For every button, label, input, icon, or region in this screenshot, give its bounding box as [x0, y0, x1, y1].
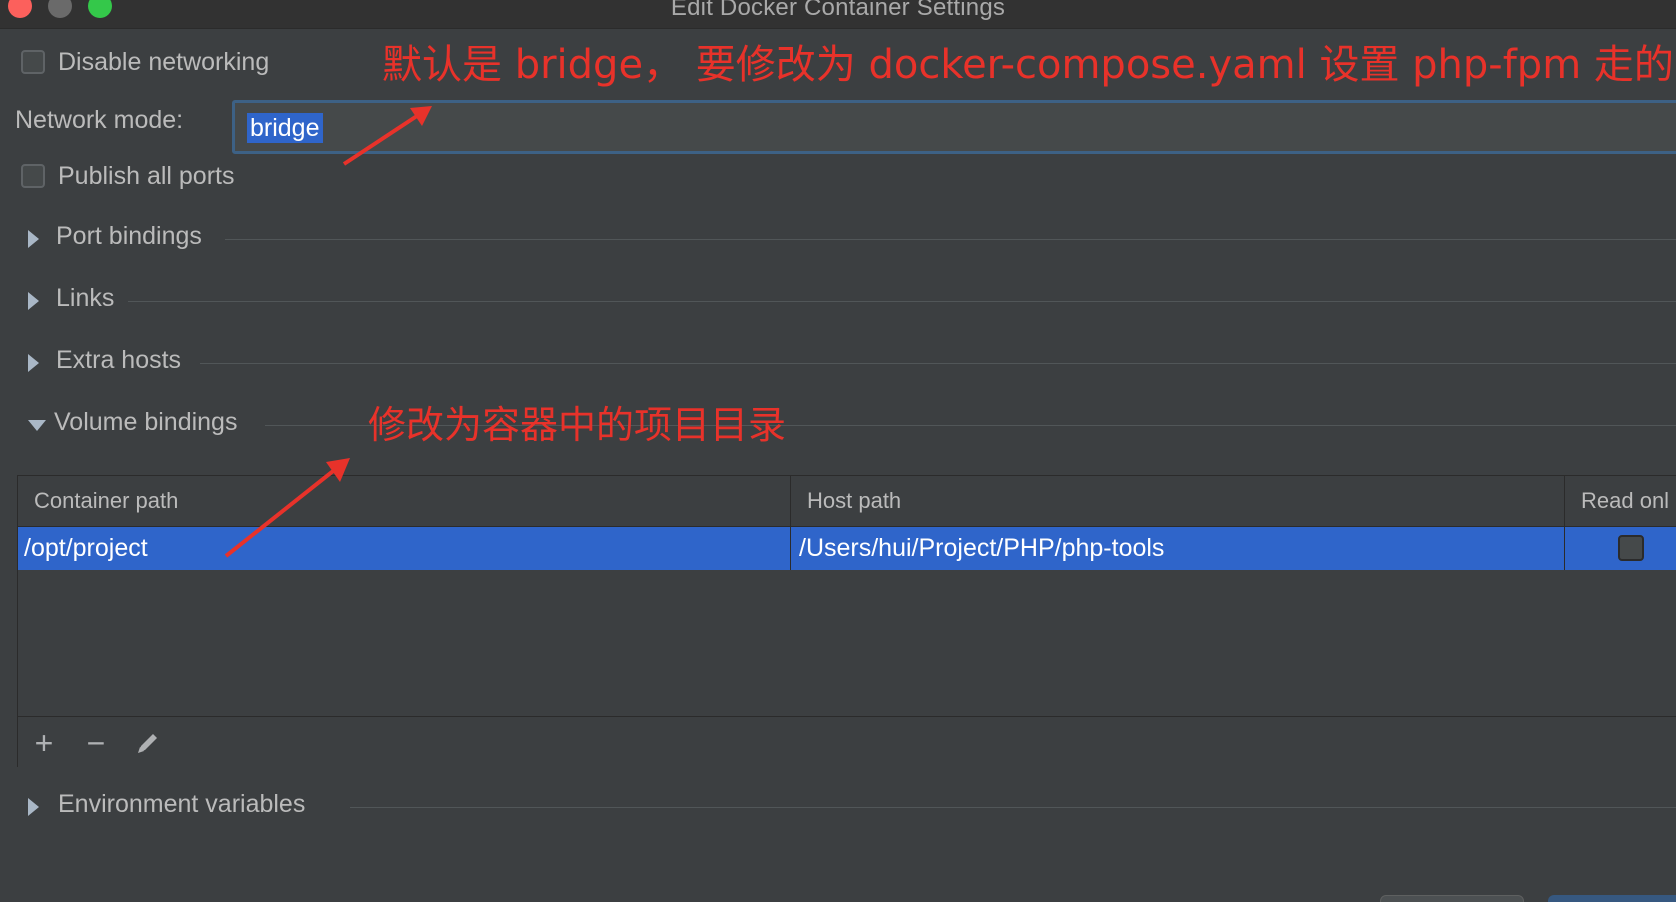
network-mode-input[interactable]: bridge — [232, 100, 1676, 154]
table-empty-area — [18, 570, 1676, 715]
section-extra-hosts[interactable]: Extra hosts — [20, 344, 1676, 384]
disable-networking-checkbox[interactable] — [21, 50, 45, 74]
edit-button[interactable] — [130, 725, 166, 761]
read-only-checkbox[interactable] — [1618, 535, 1644, 561]
section-port-bindings-label: Port bindings — [56, 222, 202, 250]
section-divider — [350, 807, 1676, 808]
section-volume-bindings[interactable]: Volume bindings — [20, 406, 1676, 446]
network-mode-label: Network mode: — [15, 106, 184, 134]
title-bar: Edit Docker Container Settings — [0, 0, 1676, 29]
docker-settings-window: Edit Docker Container Settings Disable n… — [0, 0, 1676, 902]
section-environment-variables-label: Environment variables — [58, 790, 306, 818]
volume-annotation: 修改为容器中的项目目录 — [368, 403, 787, 447]
section-divider — [225, 239, 1676, 240]
pencil-icon — [138, 734, 157, 753]
publish-all-ports-checkbox[interactable] — [21, 164, 45, 188]
arrow-annotation-icon — [224, 458, 350, 558]
section-environment-variables[interactable]: Environment variables — [20, 788, 1676, 828]
section-divider — [200, 363, 1676, 364]
column-header-host-path[interactable]: Host path — [791, 476, 1565, 526]
expand-arrow-icon — [28, 292, 39, 310]
column-header-read-only[interactable]: Read onl — [1565, 476, 1676, 526]
section-links-label: Links — [56, 284, 115, 312]
network-mode-value: bridge — [247, 113, 323, 143]
cell-container-path[interactable]: /opt/project — [18, 527, 791, 570]
section-volume-bindings-label: Volume bindings — [54, 408, 238, 436]
section-links[interactable]: Links — [20, 282, 1676, 322]
publish-all-ports-label: Publish all ports — [58, 162, 235, 190]
column-header-container-path[interactable]: Container path — [18, 476, 791, 526]
section-port-bindings[interactable]: Port bindings — [20, 220, 1676, 260]
cell-host-path[interactable]: /Users/hui/Project/PHP/php-tools — [791, 527, 1565, 570]
ok-button[interactable] — [1548, 895, 1676, 902]
add-button[interactable]: + — [26, 725, 62, 761]
section-divider — [128, 301, 1676, 302]
expand-arrow-icon — [28, 230, 39, 248]
section-extra-hosts-label: Extra hosts — [56, 346, 182, 374]
expand-arrow-icon — [28, 798, 39, 816]
disable-networking-label: Disable networking — [58, 48, 270, 76]
collapse-arrow-icon — [28, 420, 46, 431]
network-mode-annotation: 默认是 bridge， 要修改为 docker-compose.yaml 设置 … — [382, 42, 1676, 88]
remove-button[interactable]: − — [78, 725, 114, 761]
table-toolbar: + − — [18, 716, 1676, 768]
cancel-button[interactable] — [1380, 895, 1524, 902]
expand-arrow-icon — [28, 354, 39, 372]
window-title: Edit Docker Container Settings — [670, 0, 1006, 21]
arrow-annotation-icon — [342, 106, 432, 166]
